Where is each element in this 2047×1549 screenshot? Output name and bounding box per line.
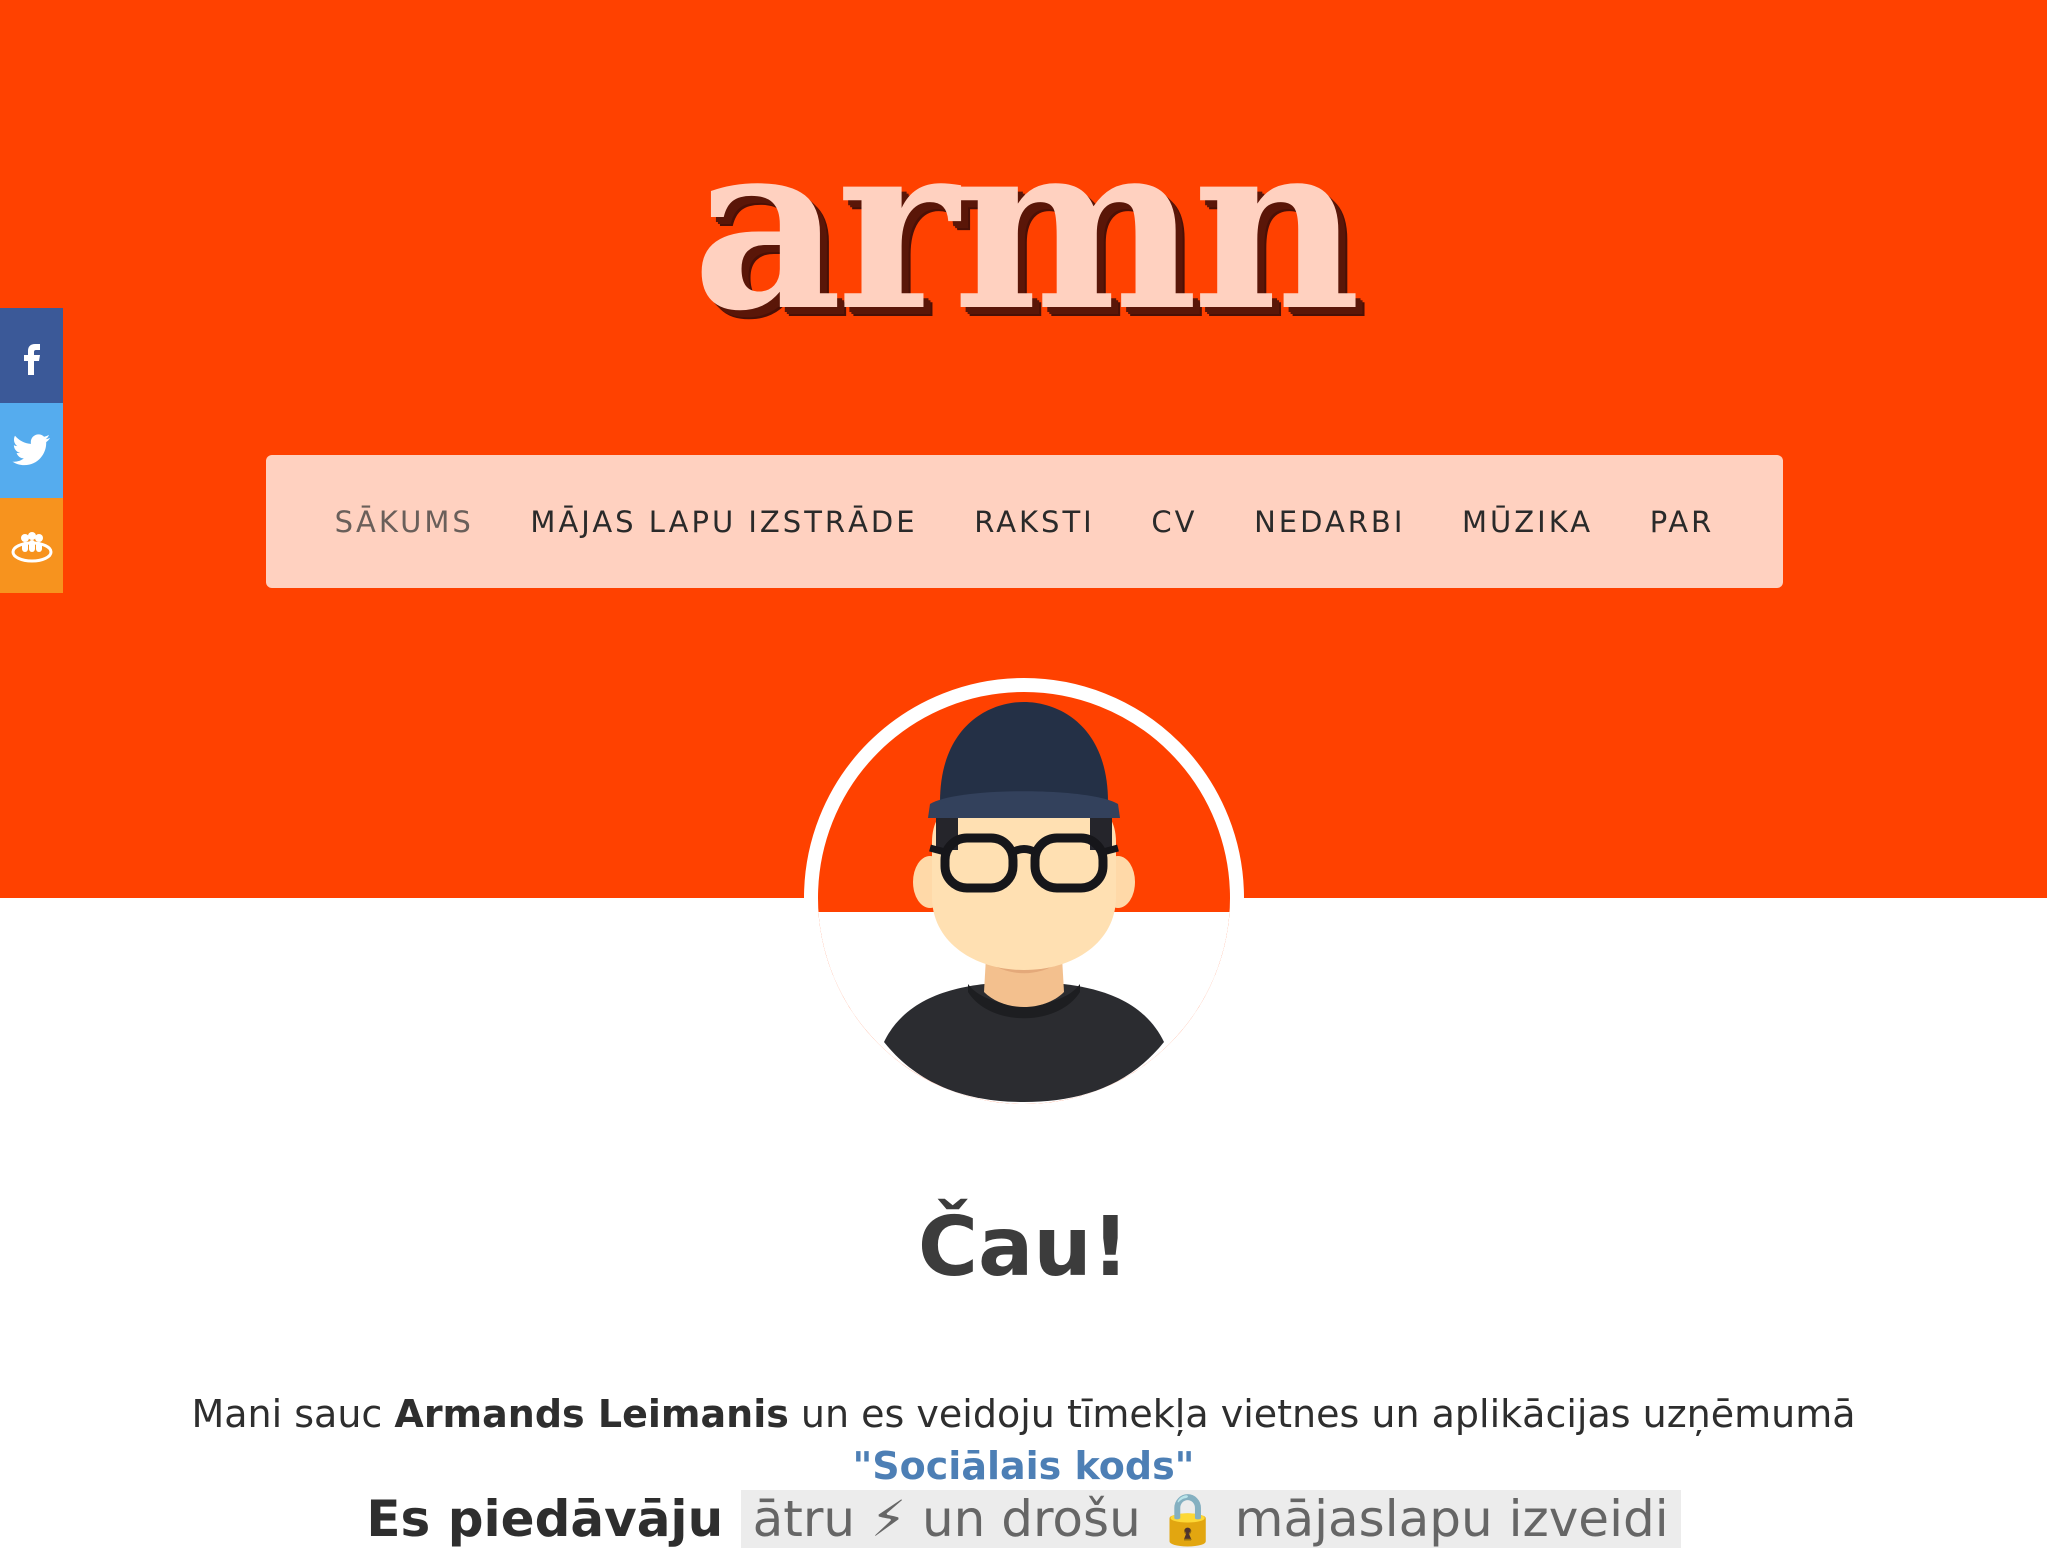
avatar bbox=[804, 678, 1244, 1118]
twitter-share-button[interactable] bbox=[0, 403, 63, 498]
draugiem-icon bbox=[11, 531, 52, 562]
nav-item-par[interactable]: PAR bbox=[1650, 505, 1715, 539]
greeting-heading: Čau! bbox=[917, 1200, 1130, 1295]
social-share-bar bbox=[0, 308, 63, 593]
intro-text-before: Mani sauc bbox=[191, 1392, 395, 1436]
draugiem-share-button[interactable] bbox=[0, 498, 63, 593]
nav-item-cv[interactable]: CV bbox=[1151, 505, 1197, 539]
offer-line: Es piedāvāju ātru ⚡ un drošu 🔒 mājaslapu… bbox=[0, 1490, 2047, 1549]
offer-highlight: ātru ⚡ un drošu 🔒 mājaslapu izveidi bbox=[740, 1490, 1681, 1548]
nav-item-muzika[interactable]: MŪZIKA bbox=[1462, 505, 1593, 539]
nav-item-majas-lapu-izstrade[interactable]: MĀJAS LAPU IZSTRĀDE bbox=[530, 505, 917, 539]
nav-item-raksti[interactable]: RAKSTI bbox=[974, 505, 1095, 539]
avatar-illustration bbox=[884, 702, 1164, 1102]
facebook-icon bbox=[23, 343, 40, 375]
intro-text-middle: un es veidoju tīmekļa vietnes un aplikāc… bbox=[788, 1392, 1856, 1436]
twitter-icon bbox=[11, 433, 50, 465]
nav-item-sakums[interactable]: SĀKUMS bbox=[335, 505, 474, 539]
offer-text: Es piedāvāju bbox=[366, 1490, 741, 1548]
site-logo[interactable]: armn bbox=[0, 110, 2047, 342]
intro-paragraph: Mani sauc Armands Leimanis un es veidoju… bbox=[90, 1388, 1957, 1492]
company-link[interactable]: "Sociālais kods" bbox=[853, 1444, 1195, 1488]
facebook-share-button[interactable] bbox=[0, 308, 63, 403]
author-name: Armands Leimanis bbox=[394, 1392, 789, 1436]
main-nav: SĀKUMS MĀJAS LAPU IZSTRĀDE RAKSTI CV NED… bbox=[266, 455, 1783, 588]
nav-item-nedarbi[interactable]: NEDARBI bbox=[1254, 505, 1405, 539]
